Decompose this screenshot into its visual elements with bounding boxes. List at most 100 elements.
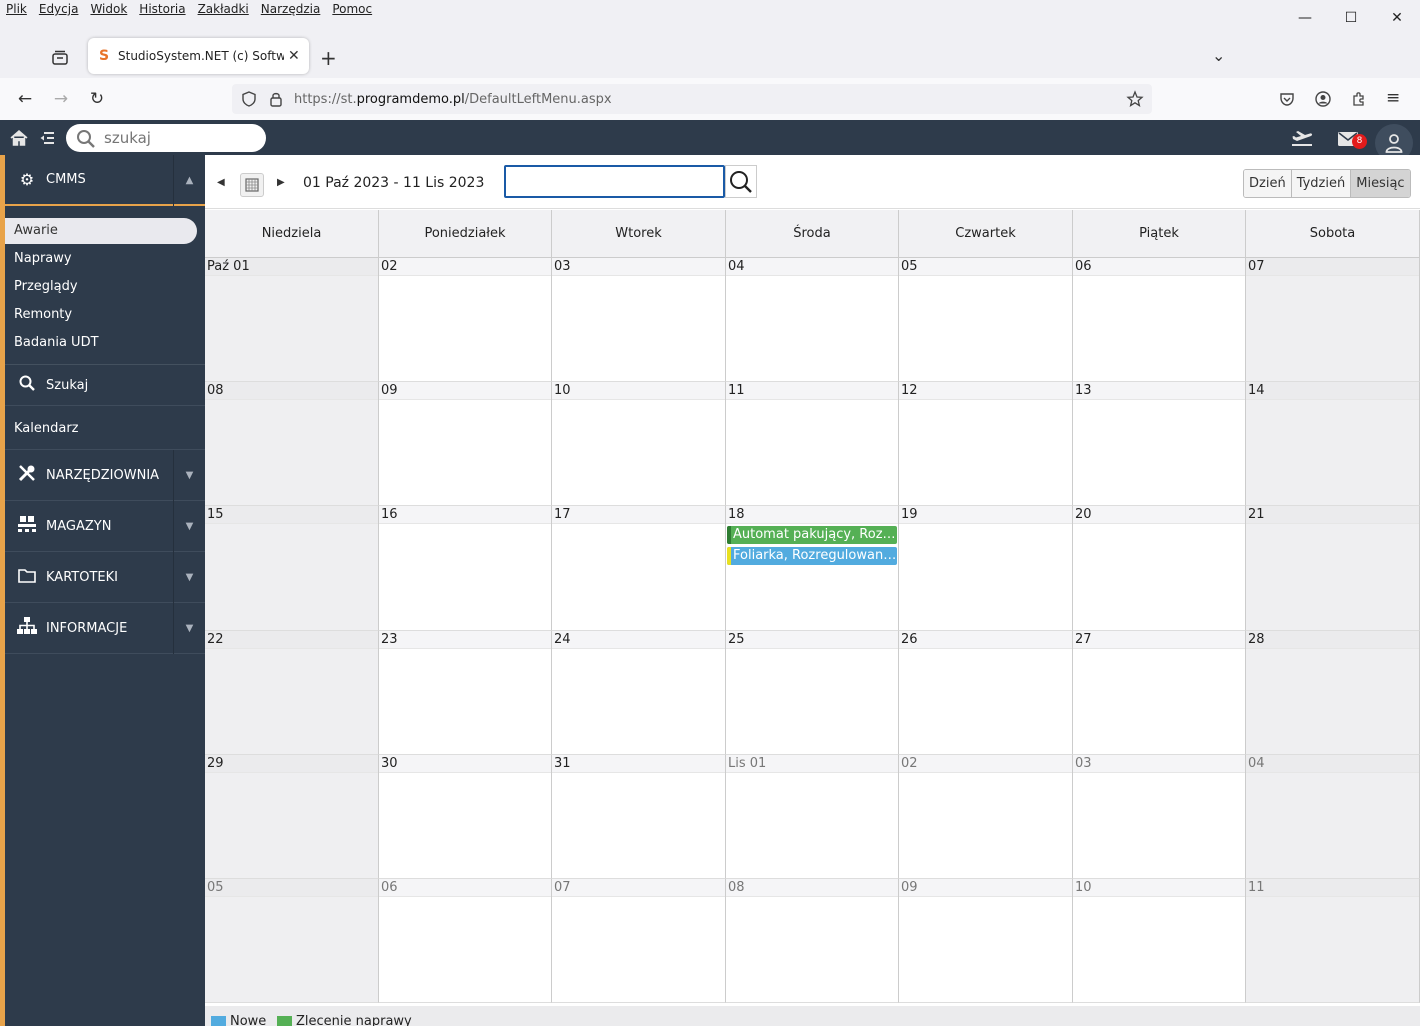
day-cell[interactable]: 29 (205, 755, 379, 879)
pocket-icon[interactable] (1278, 90, 1296, 108)
chevron-down-icon[interactable]: ▼ (173, 552, 205, 603)
day-cell[interactable]: 18 Automat pakujący, Roz… Foliarka, Rozreg… (726, 506, 899, 631)
back-icon[interactable]: ← (14, 88, 36, 110)
browser-menu-item[interactable]: Historia (139, 2, 185, 16)
day-cell[interactable]: 02 (379, 258, 552, 382)
day-cell[interactable]: 28 (1246, 631, 1420, 755)
bookmark-star-icon[interactable] (1126, 90, 1144, 108)
sidebar-item-przeglady[interactable]: Przeglądy (5, 274, 197, 300)
close-window-icon[interactable]: ✕ (1374, 6, 1420, 30)
calendar-event[interactable]: Foliarka, Rozregulowan… (727, 547, 897, 565)
home-icon[interactable] (10, 130, 28, 146)
chevron-down-icon[interactable]: ▼ (173, 603, 205, 654)
sidebar-section-narzedziownia[interactable]: NARZĘDZIOWNIA ▼ (5, 450, 205, 501)
calendar-search-button[interactable] (725, 165, 757, 198)
day-cell[interactable]: 19 (899, 506, 1073, 631)
shield-icon[interactable] (240, 90, 258, 108)
sidebar-item-remonty[interactable]: Remonty (5, 302, 197, 328)
day-cell[interactable]: 17 (552, 506, 726, 631)
view-button[interactable]: Tydzień (1291, 170, 1352, 197)
browser-menu-item[interactable]: Narzędzia (261, 2, 321, 16)
day-cell[interactable]: 25 (726, 631, 899, 755)
chevron-down-icon[interactable]: ▼ (173, 450, 205, 501)
day-cell[interactable]: 12 (899, 382, 1073, 506)
day-cell[interactable]: 26 (899, 631, 1073, 755)
sidebar-item-awarie[interactable]: Awarie (5, 218, 197, 244)
day-cell[interactable]: 24 (552, 631, 726, 755)
day-cell[interactable]: 07 (1246, 258, 1420, 382)
sidebar-item-szukaj[interactable]: Szukaj (5, 365, 205, 406)
day-cell[interactable]: 11 (1246, 879, 1420, 1003)
prev-period-icon[interactable]: ◀ (217, 177, 225, 188)
day-cell[interactable]: 07 (552, 879, 726, 1003)
day-cell[interactable]: Paź 01 (205, 258, 379, 382)
browser-tab[interactable]: S StudioSystem.NET (c) Software S ✕ (88, 38, 309, 74)
sidebar-section-magazyn[interactable]: MAGAZYN ▼ (5, 501, 205, 552)
calendar-picker-button[interactable] (240, 173, 264, 197)
day-cell[interactable]: 14 (1246, 382, 1420, 506)
day-cell[interactable]: 10 (1073, 879, 1246, 1003)
day-cell[interactable]: 03 (1073, 755, 1246, 879)
sidebar-item-kalendarz[interactable]: Kalendarz (5, 407, 205, 450)
minimize-icon[interactable]: — (1282, 6, 1328, 30)
day-cell[interactable]: 13 (1073, 382, 1246, 506)
day-cell[interactable]: 08 (205, 382, 379, 506)
airplane-icon[interactable] (1290, 130, 1314, 146)
browser-menu-item[interactable]: Zakładki (198, 2, 249, 16)
day-cell[interactable]: Lis 01 (726, 755, 899, 879)
tab-list-icon[interactable] (50, 48, 70, 68)
day-cell[interactable]: 04 (1246, 755, 1420, 879)
day-cell[interactable]: 02 (899, 755, 1073, 879)
search-icon[interactable] (76, 129, 96, 149)
day-cell[interactable]: 08 (726, 879, 899, 1003)
forward-icon[interactable]: → (50, 88, 72, 110)
global-search-input[interactable] (104, 128, 254, 148)
extensions-icon[interactable] (1350, 90, 1368, 108)
maximize-icon[interactable]: ☐ (1328, 6, 1374, 30)
browser-menu-item[interactable]: Plik (6, 2, 27, 16)
day-cell[interactable]: 05 (899, 258, 1073, 382)
day-cell[interactable]: 09 (379, 382, 552, 506)
browser-menu-item[interactable]: Pomoc (332, 2, 372, 16)
outdent-menu-icon[interactable] (39, 131, 55, 145)
day-cell[interactable]: 03 (552, 258, 726, 382)
day-cell[interactable]: 30 (379, 755, 552, 879)
day-cell[interactable]: 10 (552, 382, 726, 506)
day-cell[interactable]: 06 (1073, 258, 1246, 382)
day-cell[interactable]: 04 (726, 258, 899, 382)
day-cell[interactable]: 06 (379, 879, 552, 1003)
sidebar-section-informacje[interactable]: INFORMACJE ▼ (5, 603, 205, 654)
day-cell[interactable]: 05 (205, 879, 379, 1003)
calendar-search-input[interactable] (504, 165, 725, 198)
sidebar-section-cmms[interactable]: ⚙ CMMS ▲ (5, 155, 205, 206)
chevron-down-icon[interactable]: ▼ (173, 501, 205, 552)
tab-close-icon[interactable]: ✕ (288, 48, 300, 64)
view-button[interactable]: Miesiąc (1351, 170, 1410, 197)
calendar-event[interactable]: Automat pakujący, Roz… (727, 526, 897, 544)
chevron-up-icon[interactable]: ▲ (173, 155, 205, 206)
view-button[interactable]: Dzień (1244, 170, 1292, 197)
day-cell[interactable]: 21 (1246, 506, 1420, 631)
hamburger-menu-icon[interactable]: ≡ (1386, 88, 1400, 108)
day-cell[interactable]: 16 (379, 506, 552, 631)
new-tab-icon[interactable]: + (320, 46, 337, 70)
reload-icon[interactable]: ↻ (86, 88, 108, 110)
chevron-down-icon[interactable]: ⌄ (1212, 46, 1225, 65)
day-cell[interactable]: 15 (205, 506, 379, 631)
lock-icon[interactable] (268, 90, 284, 108)
day-cell[interactable]: 22 (205, 631, 379, 755)
day-cell[interactable]: 27 (1073, 631, 1246, 755)
browser-menu-item[interactable]: Widok (90, 2, 127, 16)
browser-menu-item[interactable]: Edycja (39, 2, 79, 16)
day-cell[interactable]: 23 (379, 631, 552, 755)
day-cell[interactable]: 20 (1073, 506, 1246, 631)
url-bar[interactable]: https://st.programdemo.pl/DefaultLeftMen… (232, 84, 1152, 114)
day-cell[interactable]: 09 (899, 879, 1073, 1003)
sidebar-section-kartoteki[interactable]: KARTOTEKI ▼ (5, 552, 205, 603)
account-icon[interactable] (1314, 90, 1332, 108)
sidebar-item-naprawy[interactable]: Naprawy (5, 246, 197, 272)
next-period-icon[interactable]: ▶ (277, 177, 285, 188)
sidebar-item-badania-udt[interactable]: Badania UDT (5, 330, 197, 356)
day-cell[interactable]: 31 (552, 755, 726, 879)
day-cell[interactable]: 11 (726, 382, 899, 506)
